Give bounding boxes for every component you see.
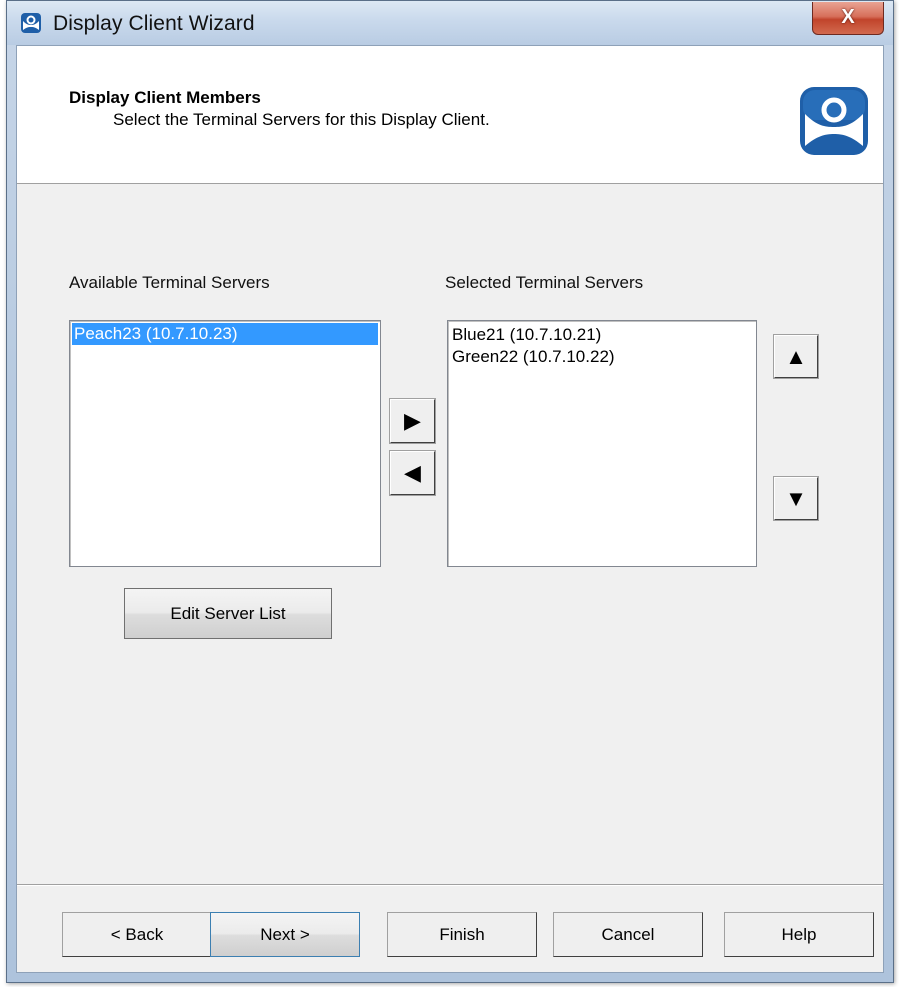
dialog-client-area: Display Client Members Select the Termin… [16,45,884,973]
window-title: Display Client Wizard [53,12,255,35]
arrow-right-icon: ▶ [404,408,421,433]
close-button[interactable]: X [812,2,884,35]
add-server-button[interactable]: ▶ [389,398,436,444]
move-up-button[interactable]: ▲ [773,334,819,379]
available-servers-list[interactable]: Peach23 (10.7.10.23) [69,320,381,567]
arrow-left-icon: ◀ [404,460,421,485]
app-icon [21,13,41,33]
selected-servers-list[interactable]: Blue21 (10.7.10.21) Green22 (10.7.10.22) [447,320,757,567]
close-icon: X [841,6,855,28]
wizard-window: Display Client Wizard X Display Client M… [6,0,894,983]
help-button[interactable]: Help [724,912,874,957]
list-item[interactable]: Peach23 (10.7.10.23) [72,323,378,345]
arrow-up-icon: ▲ [785,343,807,369]
remove-server-button[interactable]: ◀ [389,450,436,496]
list-item[interactable]: Blue21 (10.7.10.21) [448,324,756,346]
title-bar[interactable]: Display Client Wizard X [7,1,893,45]
selected-servers-label: Selected Terminal Servers [445,273,644,292]
page-subtitle: Select the Terminal Servers for this Dis… [113,110,490,129]
wizard-header: Display Client Members Select the Termin… [17,46,883,184]
edit-server-list-button[interactable]: Edit Server List [124,588,332,639]
move-down-button[interactable]: ▼ [773,476,819,521]
next-button[interactable]: Next > [210,912,360,957]
page-title: Display Client Members [69,88,261,107]
thinmanager-logo-icon [800,87,868,155]
back-button[interactable]: < Back [62,912,212,957]
finish-button[interactable]: Finish [387,912,537,957]
cancel-button[interactable]: Cancel [553,912,703,957]
arrow-down-icon: ▼ [785,485,807,511]
list-item[interactable]: Green22 (10.7.10.22) [448,346,756,368]
footer-divider [17,884,883,886]
available-servers-label: Available Terminal Servers [69,273,270,292]
